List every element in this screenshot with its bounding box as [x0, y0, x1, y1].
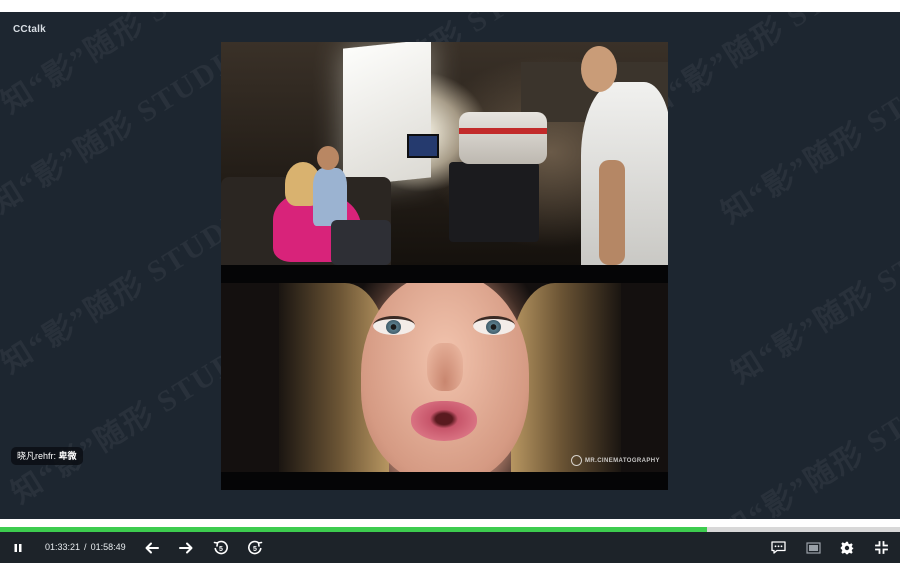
scene-camera [459, 112, 547, 164]
current-time: 01:33:21 [45, 542, 81, 552]
scene-actor [313, 168, 347, 226]
scene-actor-legs [331, 220, 391, 265]
subtitles-icon [770, 541, 786, 554]
arrow-right-icon [179, 542, 193, 553]
rewind-5-button[interactable]: 5 [210, 532, 232, 563]
pause-icon [14, 543, 22, 552]
chat-user: 晓凡rehfr: [17, 451, 57, 461]
next-button[interactable] [175, 532, 197, 563]
scene-camera-band [459, 128, 547, 134]
app-title: CCtalk [13, 24, 46, 35]
scene-actor-head [317, 146, 339, 170]
scene-camera-body [449, 162, 539, 242]
letterbox-bar [221, 265, 668, 283]
forward-5-label: 5 [253, 546, 257, 553]
scene-operator-arm [599, 160, 625, 265]
scene-monitor [407, 134, 439, 158]
total-time: 01:58:49 [90, 542, 126, 552]
gear-icon [840, 541, 854, 554]
video-credit: MR.CINEMATOGRAPHY [571, 455, 660, 466]
rewind-5-label: 5 [219, 546, 223, 553]
video-stage: 知“影”随形 STUDIO 知“影”随形 STUDIO 知“影”随形 STUDI… [0, 12, 900, 519]
closeup-eye-left [373, 316, 415, 335]
scene-operator-head [581, 46, 617, 92]
screen-button[interactable] [802, 532, 824, 563]
rewind-5-icon: 5 [213, 540, 228, 554]
screen-icon [805, 541, 821, 554]
forward-5-button[interactable]: 5 [244, 532, 266, 563]
closeup-lips [411, 401, 477, 441]
scene-softbox [343, 42, 431, 187]
time-display: 01:33:21/01:58:49 [45, 532, 126, 563]
arrow-left-icon [145, 542, 159, 553]
credit-logo-icon [571, 455, 582, 466]
video-scene-behind-the-scenes [221, 42, 668, 265]
chat-message: 晓凡rehfr: 卑微 [11, 447, 83, 465]
top-strip [0, 0, 900, 12]
forward-5-icon: 5 [248, 540, 263, 554]
exit-fullscreen-icon [874, 541, 888, 554]
gap-strip [0, 519, 900, 527]
player-controls: 01:33:21/01:58:49 5 5 [0, 532, 900, 563]
video-credit-text: MR.CINEMATOGRAPHY [585, 458, 660, 465]
letterbox-bar [221, 472, 668, 490]
video-scene-closeup: MR.CINEMATOGRAPHY [221, 283, 668, 472]
video-frame[interactable]: MR.CINEMATOGRAPHY [221, 42, 668, 490]
watermark-text: 知“影”随形 STUDIO [725, 203, 900, 391]
previous-button[interactable] [141, 532, 163, 563]
pause-button[interactable] [8, 532, 28, 563]
closeup-nose [427, 343, 463, 391]
settings-button[interactable] [836, 532, 858, 563]
chat-text: 卑微 [58, 451, 77, 461]
subtitles-button[interactable] [767, 532, 789, 563]
exit-fullscreen-button[interactable] [870, 532, 892, 563]
time-separator: / [84, 542, 87, 552]
closeup-eye-right [473, 316, 515, 335]
